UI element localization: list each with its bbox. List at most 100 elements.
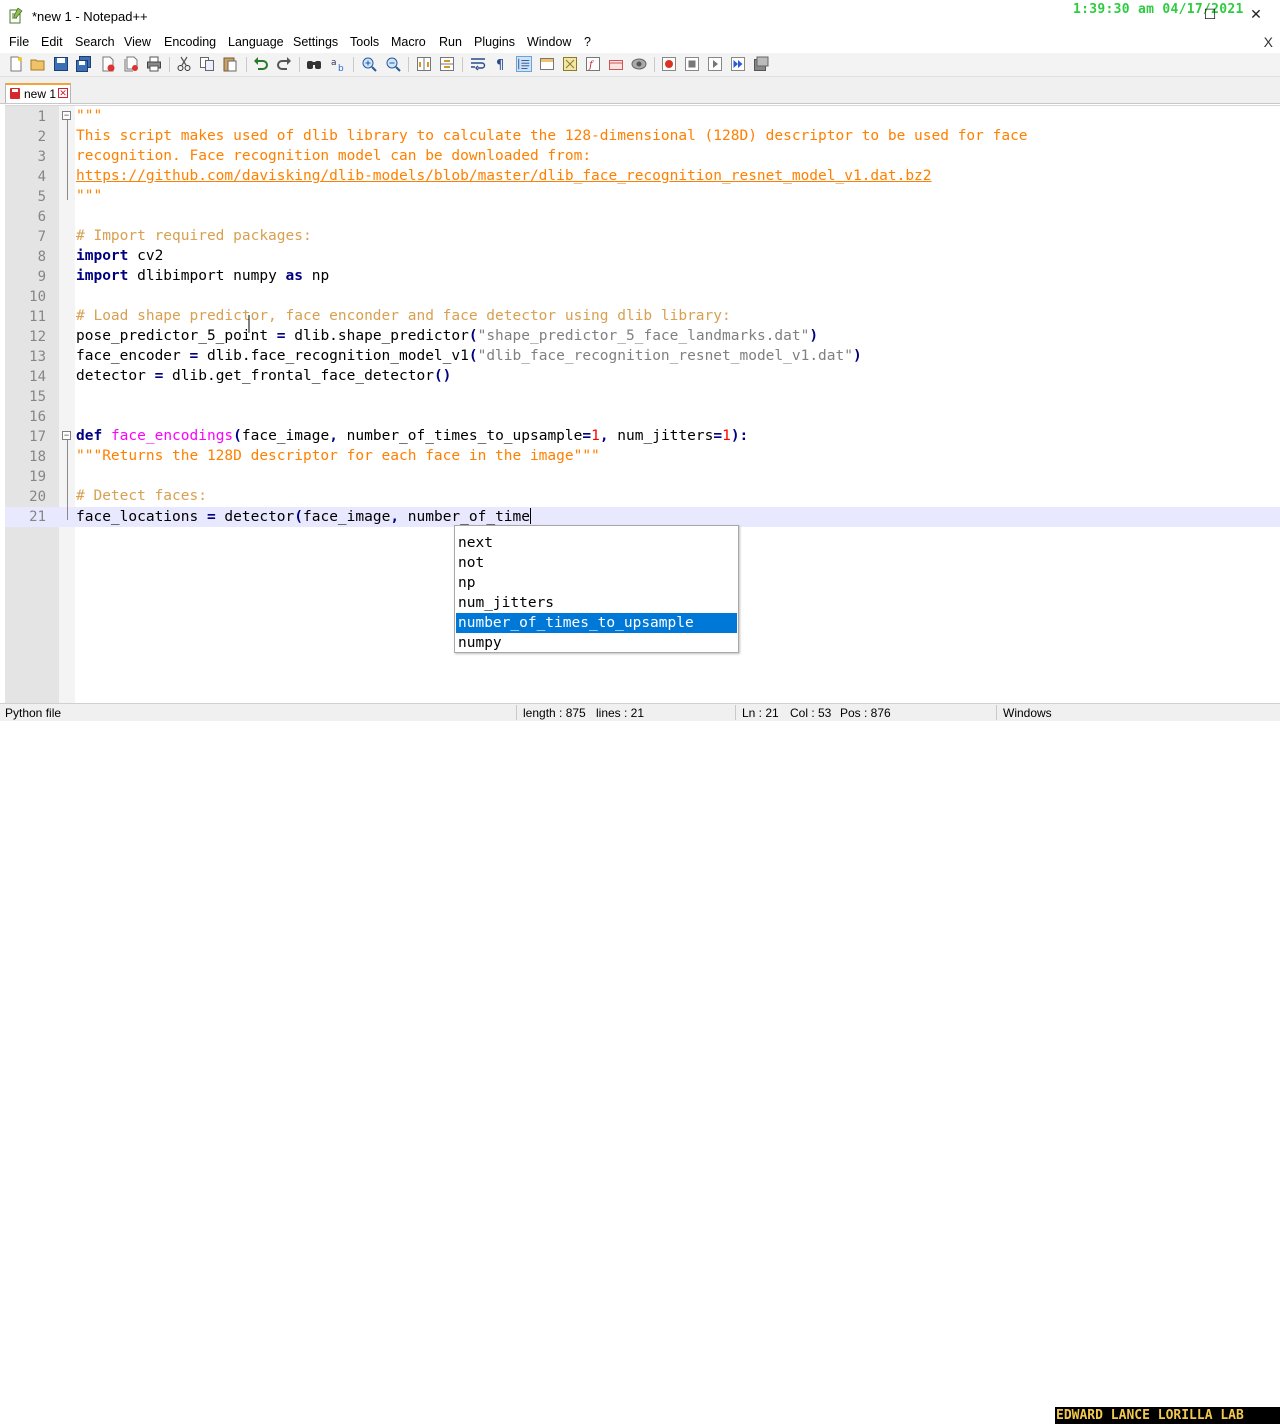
menu-file[interactable]: File [9,35,29,49]
cut-icon[interactable] [176,56,192,72]
close-document-button[interactable]: X [1264,34,1273,50]
code-line[interactable]: 4 https://github.com/davisking/dlib-model… [5,167,1280,187]
code-text: # Load shape predictor, face enconder an… [76,308,731,324]
toolbar-separator [654,57,655,72]
function-list-icon[interactable]: f [585,56,601,72]
toolbar: ab ¶ f [0,53,1280,77]
save-macro-icon[interactable] [753,56,769,72]
paste-icon[interactable] [222,56,238,72]
folder-as-workspace-icon[interactable] [608,56,624,72]
line-number: 3 [37,149,46,165]
autocomplete-item[interactable]: next [456,533,737,553]
code-line[interactable]: 2 This script makes used of dlib library … [5,127,1280,147]
zoom-in-icon[interactable] [361,56,377,72]
menu-window[interactable]: Window [527,35,571,49]
code-line[interactable]: 15 [5,387,1280,407]
code-token: dlibimport numpy [128,268,286,284]
code-line[interactable]: 19 [5,467,1280,487]
code-line[interactable]: 9 import dlibimport numpy as np [5,267,1280,287]
redo-icon[interactable] [276,56,292,72]
code-line[interactable]: 3 recognition. Face recognition model can… [5,147,1280,167]
menu-encoding[interactable]: Encoding [164,35,216,49]
zoom-out-icon[interactable] [385,56,401,72]
autocomplete-item[interactable]: number_of_times_to_upsample [456,613,737,633]
code-line[interactable]: 16 [5,407,1280,427]
menu-search[interactable]: Search [75,35,115,49]
stop-macro-icon[interactable] [684,56,700,72]
code-token: ) [852,348,862,364]
code-line[interactable]: 10 [5,287,1280,307]
code-line[interactable]: 8 import cv2 [5,247,1280,267]
code-line[interactable]: 14 detector = dlib.get_frontal_face_detec… [5,367,1280,387]
code-line[interactable]: 17 def face_encodings(face_image, number_… [5,427,1280,447]
toolbar-separator [169,57,170,72]
menu-macro[interactable]: Macro [391,35,426,49]
window-close-button[interactable]: ✕ [1249,7,1263,21]
tab-close-button[interactable]: ✕ [58,88,68,98]
print-icon[interactable] [146,56,162,72]
code-line[interactable]: 1 """ [5,107,1280,127]
code-line[interactable]: 18 """Returns the 128D descriptor for eac… [5,447,1280,467]
menu-help[interactable]: ? [584,35,591,49]
code-line[interactable]: 6 [5,207,1280,227]
maximize-button[interactable]: ☐ [1203,7,1217,21]
code-line[interactable]: 7 # Import required packages: [5,227,1280,247]
copy-icon[interactable] [199,56,215,72]
code-token: https://github.com/davisking/dlib-models… [76,168,932,184]
autocomplete-item[interactable]: np [456,573,737,593]
code-line[interactable]: 21 face_locations = detector(face_image, … [5,507,1280,527]
code-text: # Detect faces: [76,488,207,504]
close-all-icon[interactable] [123,56,139,72]
new-file-icon[interactable] [8,56,24,72]
menu-view[interactable]: View [124,35,151,49]
monitoring-icon[interactable] [631,56,647,72]
code-line[interactable]: 5 """ [5,187,1280,207]
fold-toggle-icon[interactable]: − [62,111,71,120]
menu-language[interactable]: Language [228,35,284,49]
line-number: 12 [29,329,46,345]
sync-vertical-icon[interactable] [416,56,432,72]
record-macro-icon[interactable] [661,56,677,72]
menu-edit[interactable]: Edit [41,35,63,49]
autocomplete-item[interactable]: numpy [456,633,737,653]
line-number: 19 [29,469,46,485]
open-file-icon[interactable] [30,56,46,72]
save-icon[interactable] [53,56,69,72]
close-icon[interactable] [100,56,116,72]
menu-tools[interactable]: Tools [350,35,379,49]
autocomplete-item[interactable]: num_jitters [456,593,737,613]
replace-icon[interactable]: ab [330,56,346,72]
find-icon[interactable] [306,56,322,72]
save-all-icon[interactable] [76,56,92,72]
menu-plugins[interactable]: Plugins [474,35,515,49]
autocomplete-item[interactable]: not [456,553,737,573]
code-line[interactable]: 20 # Detect faces: [5,487,1280,507]
line-number: 6 [37,209,46,225]
menu-run[interactable]: Run [439,35,462,49]
code-line[interactable]: 11 # Load shape predictor, face enconder … [5,307,1280,327]
status-separator [735,705,736,720]
code-token: def [76,428,103,444]
indent-guide-icon[interactable] [516,56,532,72]
code-token: dlib.face_recognition_model_v1 [198,348,469,364]
udl-icon[interactable] [539,56,555,72]
line-number: 15 [29,389,46,405]
menu-settings[interactable]: Settings [293,35,338,49]
doc-map-icon[interactable] [562,56,578,72]
tab-new-1[interactable]: new 1 ✕ [5,83,71,103]
show-all-characters-icon[interactable]: ¶ [493,56,509,72]
sync-horizontal-icon[interactable] [439,56,455,72]
line-number: 14 [29,369,46,385]
word-wrap-icon[interactable] [470,56,486,72]
play-macro-icon[interactable] [707,56,723,72]
code-text: detector = dlib.get_frontal_face_detecto… [76,368,451,384]
code-text: import cv2 [76,248,163,264]
run-macro-multiple-icon[interactable] [730,56,746,72]
code-line[interactable]: 13 face_encoder = dlib.face_recognition_m… [5,347,1280,367]
autocomplete-list[interactable]: next not np num_jitters number_of_times_to_u… [454,525,739,653]
undo-icon[interactable] [253,56,269,72]
fold-toggle-icon[interactable]: − [62,431,71,440]
code-text: This script makes used of dlib library t… [76,128,1028,144]
code-line[interactable]: 12 pose_predictor_5_point = dlib.shape_pr… [5,327,1280,347]
code-token: face_encoder [76,348,190,364]
